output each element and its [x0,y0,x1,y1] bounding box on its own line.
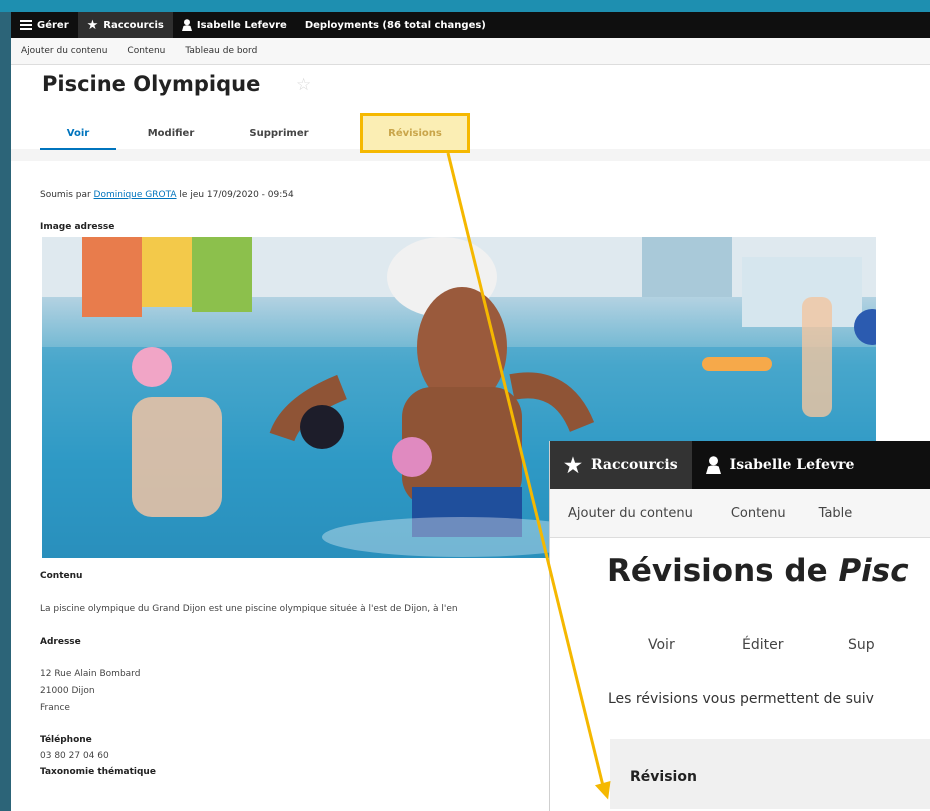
callout-arrow [446,152,611,800]
